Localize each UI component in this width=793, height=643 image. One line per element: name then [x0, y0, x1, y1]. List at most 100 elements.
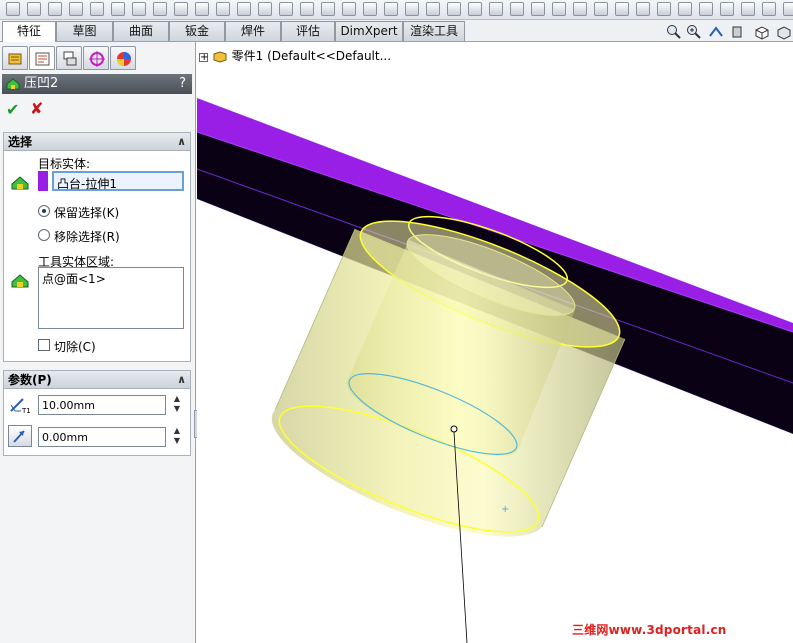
toolbar-command-icon[interactable] [174, 2, 188, 16]
ok-button[interactable]: ✔ [6, 100, 19, 119]
parameters-title-text: 参数(P) [8, 373, 52, 387]
watermark: 三维网www.3dportal.cn [572, 623, 727, 637]
toolbar-command-icon[interactable] [552, 2, 566, 16]
toolbar-command-icon[interactable] [678, 2, 692, 16]
tab-weldments[interactable]: 焊件 [225, 21, 281, 41]
feature-tree-icon [8, 53, 22, 65]
svg-text:T1: T1 [21, 407, 31, 415]
toolbar-command-icon[interactable] [6, 2, 20, 16]
cut-label: 切除(C) [54, 340, 96, 354]
reverse-direction-button[interactable] [8, 425, 32, 447]
toolbar-command-icon[interactable] [699, 2, 713, 16]
toolbar-command-icon[interactable] [636, 2, 650, 16]
toolbar-command-icon[interactable] [216, 2, 230, 16]
remove-selection-radio[interactable] [38, 229, 50, 241]
cancel-button[interactable]: ✘ [30, 99, 43, 118]
toolbar-command-icon[interactable] [69, 2, 83, 16]
zoom-to-fit-icon[interactable] [666, 24, 682, 40]
tool-body-list[interactable]: 点@面<1> [38, 267, 184, 329]
toolbar-command-icon[interactable] [90, 2, 104, 16]
point-marker[interactable] [450, 425, 458, 433]
keep-selection-label: 保留选择(K) [54, 206, 120, 220]
parameters-group-title[interactable]: 参数(P) ∧ [4, 371, 190, 389]
selection-group-title[interactable]: 选择 ∧ [4, 133, 190, 151]
toolbar-command-icon[interactable] [783, 2, 793, 16]
feature-title: 压凹2 [24, 76, 59, 91]
tab-features[interactable]: 特征 [2, 21, 56, 42]
toolbar-command-icon[interactable] [594, 2, 608, 16]
toolbar-command-icon[interactable] [531, 2, 545, 16]
toolbar-command-icon[interactable] [405, 2, 419, 16]
toolbar-command-icon[interactable] [510, 2, 524, 16]
zoom-area-icon[interactable] [686, 24, 702, 40]
property-manager-tab[interactable] [29, 46, 55, 70]
tool-body-item[interactable]: 点@面<1> [42, 272, 106, 286]
toolbar-command-icon[interactable] [741, 2, 755, 16]
collapse-icon[interactable]: ∧ [177, 133, 186, 151]
dimxpert-tab[interactable] [83, 46, 109, 70]
tool-body-icon [11, 274, 29, 288]
toolbar-command-icon[interactable] [258, 2, 272, 16]
tab-surfaces[interactable]: 曲面 [113, 21, 169, 41]
configuration-tab[interactable] [56, 46, 82, 70]
feature-title-bar: 压凹2 ? [2, 74, 192, 94]
toolbar-command-icon[interactable] [300, 2, 314, 16]
part-icon [213, 50, 227, 63]
section-view-icon[interactable] [730, 24, 746, 40]
toolbar-command-icon[interactable] [615, 2, 629, 16]
tab-sketch[interactable]: 草图 [56, 21, 113, 41]
keep-selection-radio[interactable] [38, 205, 50, 217]
toolbar-command-icon[interactable] [762, 2, 776, 16]
toolbar-command-icon[interactable] [342, 2, 356, 16]
toolbar-command-icon[interactable] [279, 2, 293, 16]
tab-sheet-metal[interactable]: 钣金 [169, 21, 225, 41]
selection-title-text: 选择 [8, 135, 33, 149]
tab-render-tools[interactable]: 渲染工具 [403, 21, 465, 41]
remove-selection-label: 移除选择(R) [54, 230, 120, 244]
toolbar-command-icon[interactable] [426, 2, 440, 16]
property-icon [35, 52, 50, 66]
property-manager: 压凹2 ? ✔ ✘ 选择 ∧ 目标实体: 凸台-拉伸1 保留选择(K) 移除选择… [0, 42, 196, 643]
help-button[interactable]: ? [179, 74, 186, 94]
tab-dimxpert[interactable]: DimXpert [335, 21, 403, 41]
origin-cross-icon: + [501, 504, 509, 515]
graphics-area[interactable]: + [197, 42, 793, 643]
panel-tabs [0, 46, 196, 72]
toolbar-command-icon[interactable] [195, 2, 209, 16]
toolbar-command-icon[interactable] [468, 2, 482, 16]
previous-view-icon[interactable] [708, 24, 724, 40]
toolbar-command-icon[interactable] [720, 2, 734, 16]
toolbar-command-icon[interactable] [153, 2, 167, 16]
feature-tree-root[interactable]: + 零件1 (Default<<Default... [199, 47, 391, 64]
feature-tree-tab[interactable] [2, 46, 28, 70]
expand-icon[interactable]: + [199, 53, 208, 63]
display-style-icon[interactable] [776, 24, 792, 40]
toolbar-command-icon[interactable] [111, 2, 125, 16]
target-body-label: 目标实体: [38, 157, 91, 171]
toolbar-command-icon[interactable] [447, 2, 461, 16]
parameters-group: 参数(P) ∧ T1 10.00mm ▲ ▼ 0.00mm ▲ ▼ [3, 370, 191, 456]
toolbar-command-icon[interactable] [573, 2, 587, 16]
appearance-tab[interactable] [110, 46, 136, 70]
toolbar-command-icon[interactable] [384, 2, 398, 16]
clearance-input[interactable]: 0.00mm [38, 427, 166, 447]
toolbar-command-icon[interactable] [48, 2, 62, 16]
target-body-field[interactable]: 凸台-拉伸1 [52, 171, 184, 191]
toolbar-command-icon[interactable] [132, 2, 146, 16]
collapse-icon[interactable]: ∧ [177, 371, 186, 389]
view-orientation-icon[interactable] [754, 24, 770, 40]
cut-checkbox[interactable] [38, 339, 50, 351]
toolbar-command-icon[interactable] [363, 2, 377, 16]
appearance-icon [117, 52, 131, 66]
tab-evaluate[interactable]: 评估 [281, 21, 335, 41]
thickness-spinner[interactable]: ▲ ▼ [172, 394, 182, 416]
crosshair-icon [89, 51, 105, 67]
toolbar-command-icon[interactable] [321, 2, 335, 16]
toolbar-command-icon[interactable] [489, 2, 503, 16]
clearance-spinner[interactable]: ▲ ▼ [172, 426, 182, 448]
configuration-icon [63, 51, 77, 66]
toolbar-command-icon[interactable] [27, 2, 41, 16]
toolbar-command-icon[interactable] [657, 2, 671, 16]
toolbar-command-icon[interactable] [237, 2, 251, 16]
thickness-input[interactable]: 10.00mm [38, 395, 166, 415]
